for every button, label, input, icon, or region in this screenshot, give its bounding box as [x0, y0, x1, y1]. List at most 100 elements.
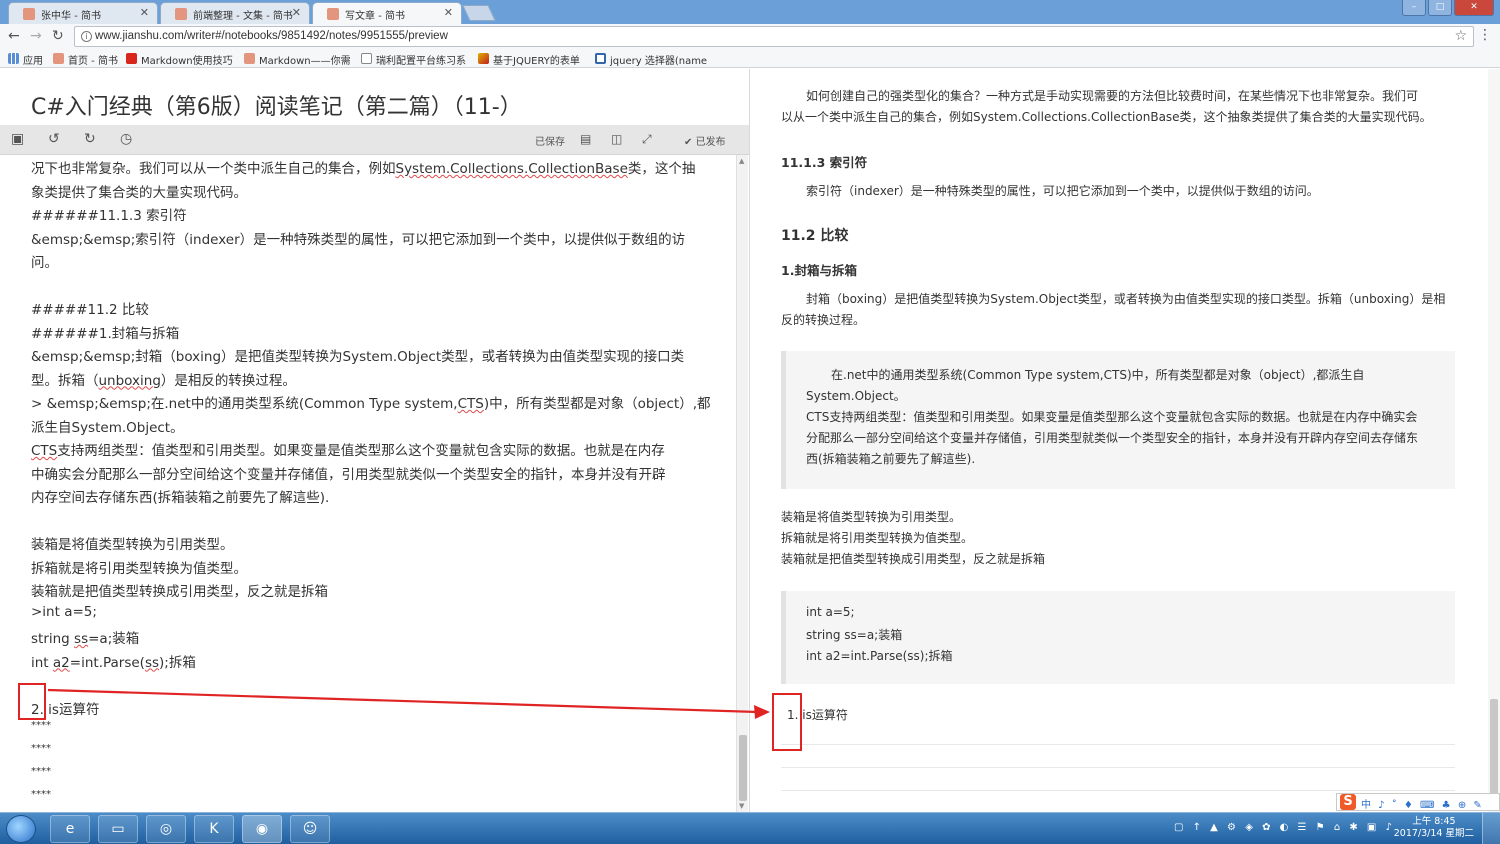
horizontal-rule — [781, 744, 1455, 745]
bookmark-label: Markdown——你需 — [259, 56, 351, 67]
preview-scrollbar[interactable] — [1488, 69, 1500, 812]
address-bar-row: ← → ↻ i www.jianshu.com/writer#/notebook… — [0, 24, 1500, 49]
back-arrow-icon[interactable]: ← — [8, 28, 20, 44]
editor-scroll-thumb[interactable] — [739, 735, 747, 801]
editor-text: =a;装箱 — [88, 631, 140, 647]
jianshu-favicon-icon — [327, 8, 339, 20]
chrome-icon[interactable]: ◉ — [242, 815, 282, 843]
article-title-input[interactable]: C#入门经典（第6版）阅读笔记（第二篇）（11-） — [31, 89, 522, 121]
editor-line: ######1.封箱与拆箱 — [31, 322, 179, 342]
spellcheck-word: CTS — [31, 443, 58, 459]
editor-line: &emsp;&emsp;封箱（boxing）是把值类型转换为System.Obj… — [31, 345, 684, 365]
bookmark-ruili-config[interactable]: 瑞利配置平台练习系 — [361, 52, 466, 67]
browser-menu-icon[interactable]: ⋮ — [1478, 27, 1492, 43]
bookmark-jquery-selector[interactable]: jquery 选择器(name — [595, 52, 707, 67]
scroll-up-icon[interactable]: ▲ — [739, 157, 744, 165]
editor-text: >int a=5; — [31, 603, 97, 620]
bookmark-markdown-tips[interactable]: Markdown使用技巧 — [126, 52, 233, 67]
new-tab-button[interactable] — [462, 5, 496, 21]
maximize-button[interactable]: □ — [1428, 0, 1452, 16]
ime-options[interactable]: 中 ♪ ˚ ♦ ⌨ ♣ ⊕ ✎ — [1361, 796, 1484, 811]
sogou-logo-icon[interactable]: S — [1340, 794, 1356, 810]
editor-stars-line: **** — [31, 720, 51, 731]
spellcheck-word: System.Collections.CollectionBase — [395, 161, 628, 177]
insert-image-icon[interactable]: ▣ — [11, 131, 24, 147]
quote-line: 在.net中的通用类型系统(Common Type system,CTS)中，所… — [831, 368, 1365, 382]
bookmark-apps[interactable]: 应用 — [8, 52, 43, 67]
editor-line: 象类提供了集合类的大量实现代码。 — [31, 181, 247, 201]
history-icon[interactable]: ◷ — [120, 131, 132, 147]
editor-text: ######11.1.3 索引符 — [31, 208, 187, 224]
publish-status[interactable]: ✔ 已发布 — [684, 133, 726, 148]
close-icon[interactable]: ✕ — [292, 6, 301, 19]
tab-write-article[interactable]: 写文章 - 简书 ✕ — [312, 2, 462, 24]
quote-line: 分配那么一部分空间给这个变量并存储值，引用类型就类似一个类型安全的指针，本身并没… — [806, 431, 1419, 445]
editor-scrollbar[interactable]: ▲ ▼ — [736, 155, 748, 812]
editor-text: 中确实会分配那么一部分空间给这个变量并存储值，引用类型就类似一个类型安全的指针，… — [31, 466, 666, 483]
explorer-folder-icon[interactable]: ▭ — [98, 815, 138, 843]
preview-intro-line: 如何创建自己的强类型化的集合？一种方式是手动实现需要的方法但比较费时间，在某些情… — [806, 89, 1419, 103]
url-field[interactable]: i www.jianshu.com/writer#/notebooks/9851… — [74, 26, 1474, 47]
k-app-icon[interactable]: K — [194, 815, 234, 843]
spellcheck-word: a2 — [52, 654, 70, 671]
bookmark-label: 首页 - 简书 — [68, 56, 118, 67]
scroll-down-icon[interactable]: ▼ — [739, 802, 744, 810]
split-view-icon[interactable]: ◫ — [611, 131, 622, 147]
editor-line: 型。拆箱（unboxing）是相反的转换过程。 — [31, 369, 296, 389]
editor-line: ######11.1.3 索引符 — [31, 204, 187, 224]
horizontal-rule — [781, 767, 1455, 768]
spellcheck-word: CTS — [457, 396, 484, 412]
preview-heading-indexer: 11.1.3 索引符 — [781, 155, 868, 170]
minimize-button[interactable]: – — [1402, 0, 1426, 16]
reload-icon[interactable]: ↻ — [52, 28, 64, 44]
tab-zhangzhonghua[interactable]: 张中华 - 简书 ✕ — [8, 2, 158, 24]
start-orb-icon[interactable] — [6, 815, 36, 843]
close-window-button[interactable]: ✕ — [1454, 0, 1494, 16]
jianshu-favicon-icon — [53, 53, 64, 64]
forward-arrow-icon[interactable]: → — [30, 28, 42, 44]
preview-paragraph: 反的转换过程。 — [781, 313, 866, 327]
editor-text: > &emsp;&emsp;在.net中的通用类型系统(Common Type … — [31, 396, 458, 412]
editor-stars-line: **** — [31, 789, 51, 800]
horizontal-rule — [781, 790, 1455, 791]
save-icon[interactable]: ▤ — [580, 131, 591, 147]
editor-line: #####11.2 比较 — [31, 298, 149, 318]
close-icon[interactable]: ✕ — [140, 6, 149, 19]
show-desktop-button[interactable] — [1482, 813, 1500, 844]
bookmark-jquery-form[interactable]: 基于JQUERY的表单 — [478, 52, 580, 67]
windows-taskbar: e ▭ ◎ K ◉ ☺ ▢ ↑ ▲ ⚙ ◈ ✿ ◐ ☰ ⚑ ⌂ ✱ ▣ ♪ 上午… — [0, 812, 1500, 844]
bookmark-markdown-need[interactable]: Markdown——你需 — [244, 52, 351, 67]
ie-icon[interactable]: e — [50, 815, 90, 843]
tab-frontend-notes[interactable]: 前端整理 - 文集 - 简书 ✕ — [160, 2, 310, 24]
media-app-icon[interactable]: ◎ — [146, 815, 186, 843]
editor-text: &emsp;&emsp;封箱（boxing）是把值类型转换为System.Obj… — [31, 349, 685, 365]
app-icon[interactable]: ☺ — [290, 815, 330, 843]
preview-plain-line: 拆箱就是将引用类型转换为值类型。 — [781, 531, 974, 545]
editor-text: );拆箱 — [159, 654, 196, 671]
system-tray: ▢ ↑ ▲ ⚙ ◈ ✿ ◐ ☰ ⚑ ⌂ ✱ ▣ ♪ 上午 8:45 2017/3… — [1168, 813, 1500, 844]
editor-line: 拆箱就是将引用类型转换为值类型。 — [31, 557, 247, 577]
url-text[interactable]: www.jianshu.com/writer#/notebooks/985149… — [95, 30, 448, 42]
preview-intro-line: 以从一个类中派生自己的集合，例如System.Collections.Colle… — [781, 110, 1432, 124]
editor-line: 问。 — [31, 251, 58, 271]
close-icon[interactable]: ✕ — [444, 6, 453, 19]
ime-toolbar[interactable]: S 中 ♪ ˚ ♦ ⌨ ♣ ⊕ ✎ — [1336, 793, 1500, 811]
info-icon[interactable]: i — [81, 31, 92, 42]
spellcheck-word: unboxing — [98, 372, 161, 389]
bookmark-star-icon[interactable]: ☆ — [1454, 28, 1467, 44]
editor-text: 内存空间去存储东西(拆箱装箱之前要先了解這些). — [31, 490, 330, 506]
fullscreen-icon[interactable]: ⤢ — [642, 131, 652, 147]
editor-text: 问。 — [31, 255, 58, 271]
bookmark-jianshu-home[interactable]: 首页 - 简书 — [53, 52, 118, 67]
editor-text: 支持两组类型：值类型和引用类型。如果变量是值类型那么这个变量就包含实际的数据。也… — [57, 443, 665, 459]
bookmark-label: Markdown使用技巧 — [141, 56, 233, 67]
quote-line: CTS支持两组类型：值类型和引用类型。如果变量是值类型那么这个变量就包含实际的数… — [806, 410, 1418, 424]
tray-icons[interactable]: ▢ ↑ ▲ ⚙ ◈ ✿ ◐ ☰ ⚑ ⌂ ✱ ▣ ♪ — [1174, 822, 1395, 833]
preview-blockquote: 在.net中的通用类型系统(Common Type system,CTS)中，所… — [781, 351, 1455, 489]
undo-icon[interactable]: ↺ — [48, 131, 60, 147]
editor-line: >int a=5; — [31, 604, 97, 620]
editor-stars-line: **** — [31, 743, 51, 754]
redo-icon[interactable]: ↻ — [84, 131, 96, 147]
editor-line: 况下也非常复杂。我们可以从一个类中派生自己的集合，例如System.Collec… — [31, 157, 695, 177]
clock[interactable]: 上午 8:45 2017/3/14 星期二 — [1394, 816, 1474, 840]
